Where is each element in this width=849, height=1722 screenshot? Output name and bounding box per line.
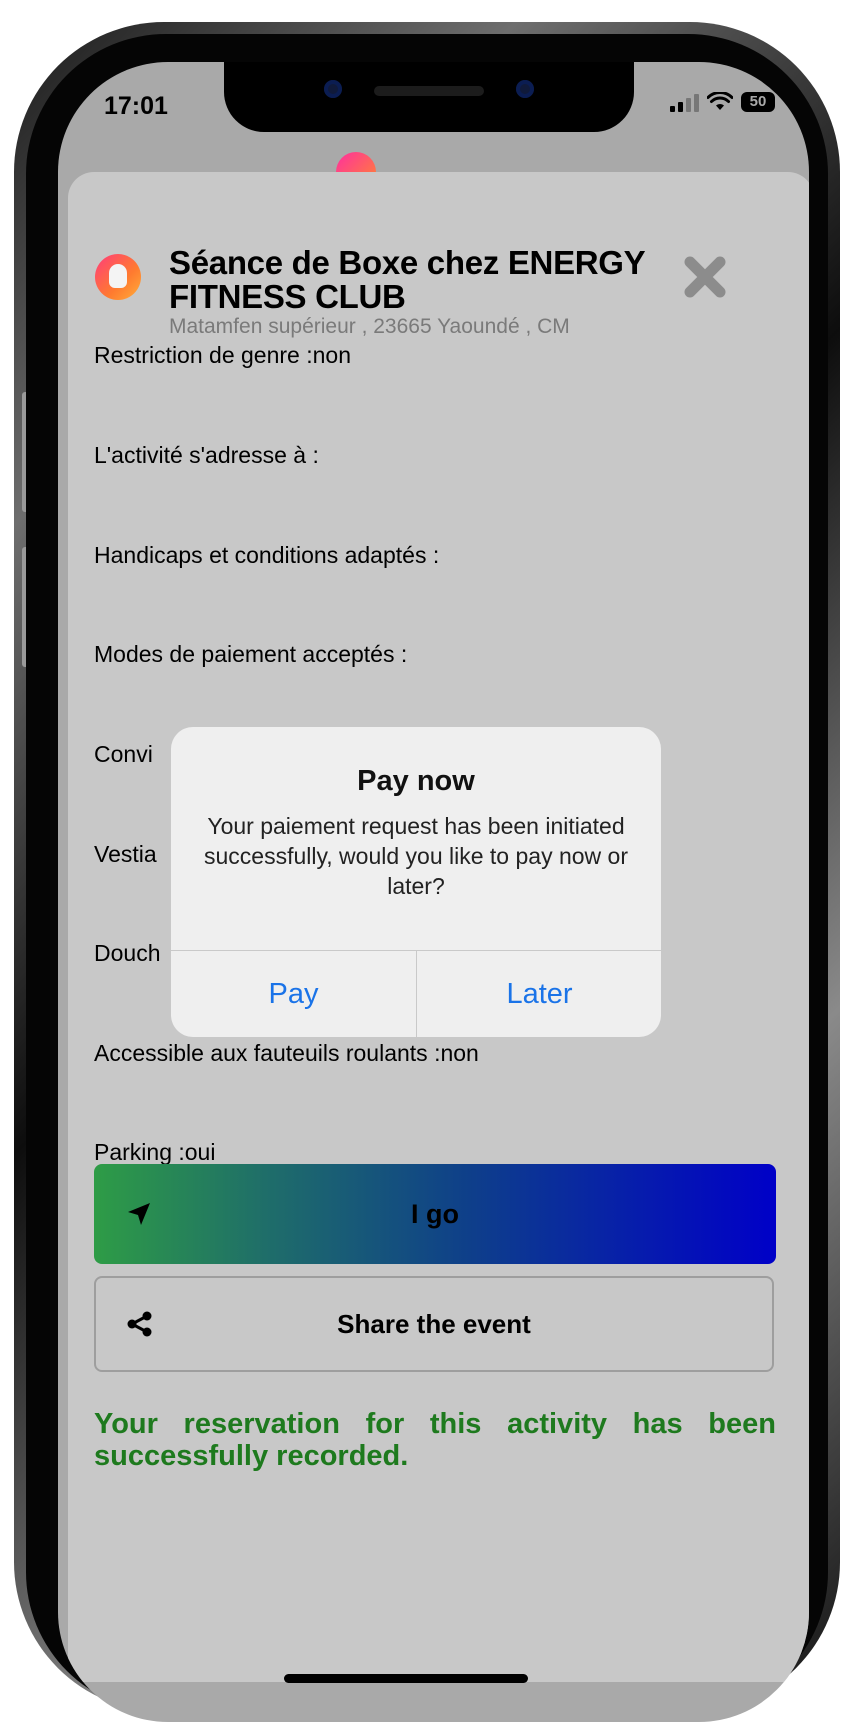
info-convivial: Convi bbox=[94, 741, 153, 767]
info-payment-modes: Modes de paiement acceptés : bbox=[94, 641, 408, 667]
info-wheelchair-access: Accessible aux fauteuils roulants :non bbox=[94, 1040, 479, 1066]
pay-now-dialog: Pay now Your paiement request has been i… bbox=[171, 727, 661, 1037]
share-event-button[interactable]: Share the event bbox=[94, 1276, 774, 1372]
reservation-success-message: Your reservation for this activity has b… bbox=[94, 1408, 776, 1472]
info-disability-conditions: Handicaps et conditions adaptés : bbox=[94, 542, 440, 568]
event-details-sheet: Séance de Boxe chez ENERGY FITNESS CLUB … bbox=[68, 172, 809, 1682]
share-event-label: Share the event bbox=[337, 1308, 531, 1339]
later-button[interactable]: Later bbox=[417, 951, 661, 1037]
i-go-label: I go bbox=[411, 1198, 459, 1229]
notch bbox=[224, 62, 634, 132]
battery-icon: 50 bbox=[741, 92, 775, 112]
navigation-arrow-icon bbox=[128, 1203, 150, 1225]
phone-screen: 17:01 50 Séance de Boxe chez ENERGY FITN… bbox=[58, 62, 809, 1722]
speaker-grille bbox=[374, 86, 484, 96]
home-indicator[interactable] bbox=[284, 1674, 528, 1683]
close-icon[interactable] bbox=[682, 254, 728, 300]
info-showers: Douch bbox=[94, 940, 161, 966]
info-parking: Parking :oui bbox=[94, 1139, 216, 1165]
share-icon bbox=[127, 1311, 152, 1337]
dialog-message: Your paiement request has been initiated… bbox=[204, 813, 628, 899]
info-changing-rooms: Vestia bbox=[94, 841, 157, 867]
pay-button[interactable]: Pay bbox=[171, 951, 416, 1037]
info-audience: L'activité s'adresse à : bbox=[94, 442, 319, 468]
status-time: 17:01 bbox=[104, 92, 168, 120]
sensor-icon bbox=[516, 80, 534, 98]
status-icons: 50 bbox=[670, 92, 775, 112]
dialog-title: Pay now bbox=[357, 765, 475, 797]
i-go-button[interactable]: I go bbox=[94, 1164, 776, 1264]
event-address: Matamfen supérieur , 23665 Yaoundé , CM bbox=[169, 315, 570, 338]
info-gender-restriction: Restriction de genre :non bbox=[94, 342, 351, 368]
signal-icon bbox=[670, 92, 699, 112]
wifi-icon bbox=[707, 92, 733, 110]
boxing-glove-icon bbox=[95, 254, 141, 300]
event-title: Séance de Boxe chez ENERGY FITNESS CLUB bbox=[169, 244, 645, 315]
camera-icon bbox=[324, 80, 342, 98]
